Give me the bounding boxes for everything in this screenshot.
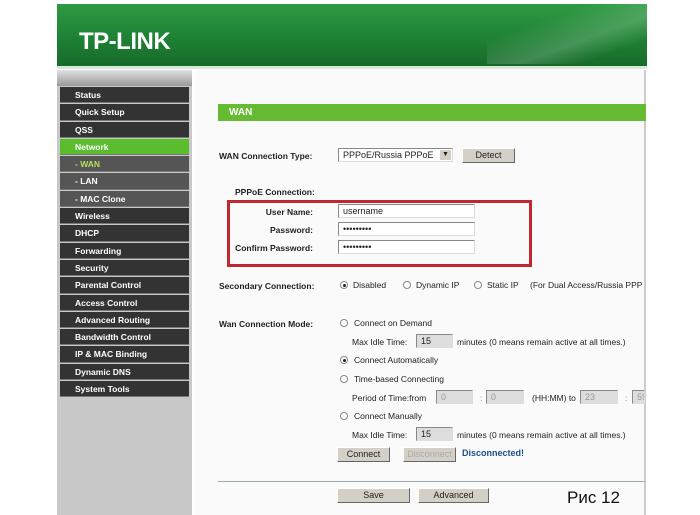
max-idle-label: Max Idle Time: [352,337,408,347]
option-connect-automatically: Connect Automatically [354,355,439,365]
sidebar-item-parental-control[interactable]: Parental Control [60,277,189,294]
header-banner: TP-LINK [57,4,647,69]
connection-status: Disconnected! [462,448,525,458]
sidebar-top [57,70,192,86]
password-label: Password: [270,225,313,235]
save-button[interactable]: Save [337,488,410,503]
sidebar-item-wan[interactable]: - WAN [60,156,189,173]
radio-connect-automatically[interactable] [340,356,348,364]
minutes-note-1: minutes (0 means remain active at all ti… [457,337,626,347]
confirm-password-input[interactable]: ••••••••• [338,240,475,254]
hhmm-to-label: (HH:MM) to [532,393,576,403]
sidebar-item-dhcp[interactable]: DHCP [60,225,189,242]
divider [218,481,645,482]
sidebar-item-security[interactable]: Security [60,259,189,277]
sidebar: Status Quick Setup QSS Network - WAN - LAN - M… [57,70,192,515]
radio-connect-manually[interactable] [340,412,348,420]
sidebar-item-qss[interactable]: QSS [60,121,189,138]
disconnect-button[interactable]: Disconnect [403,447,456,462]
period-from-hour[interactable]: 0 [436,390,473,404]
figure-caption: Рис 12 [567,488,620,507]
radio-connect-on-demand[interactable] [340,319,348,327]
sidebar-item-wireless[interactable]: Wireless [60,208,189,225]
password-input[interactable]: ••••••••• [338,222,475,236]
option-disabled: Disabled [353,280,387,290]
secondary-label: Secondary Connection: [219,281,315,291]
minutes-note-2: minutes (0 means remain active at all ti… [457,430,626,440]
sidebar-item-quick-setup[interactable]: Quick Setup [60,104,189,121]
wan-type-value: PPPoE/Russia PPPoE [343,150,434,160]
colon: : [480,393,483,403]
sidebar-item-network[interactable]: Network [60,138,189,156]
max-idle-input-2[interactable]: 15 [416,427,453,441]
period-to-minute[interactable]: 59 [632,390,645,404]
connect-button[interactable]: Connect [337,447,390,462]
sidebar-item-access-control[interactable]: Access Control [60,294,189,311]
mode-label: Wan Connection Mode: [219,319,314,329]
radio-static-ip[interactable] [474,281,482,289]
chevron-down-icon[interactable]: ▼ [440,150,451,160]
tp-link-logo: TP-LINK [79,28,171,55]
period-from-minute[interactable]: 0 [486,390,524,404]
option-time-based: Time-based Connecting [354,374,444,384]
option-static-ip: Static IP [487,280,519,290]
option-dynamic-ip: Dynamic IP [416,280,460,290]
wan-type-select[interactable]: PPPoE/Russia PPPoE ▼ [338,148,453,162]
period-label: Period of Time:from [352,393,427,403]
secondary-note: (For Dual Access/Russia PPP [530,280,643,290]
radio-disabled[interactable] [340,281,348,289]
radio-time-based[interactable] [340,375,348,383]
max-idle-label: Max Idle Time: [352,430,408,440]
sidebar-item-ip-mac-binding[interactable]: IP & MAC Binding [60,346,189,363]
section-title: WAN [218,104,646,121]
username-input[interactable]: username [338,204,475,218]
sidebar-item-lan[interactable]: - LAN [60,173,189,190]
radio-dynamic-ip[interactable] [403,281,411,289]
confirm-password-label: Confirm Password: [235,243,313,253]
sidebar-item-advanced-routing[interactable]: Advanced Routing [60,311,189,329]
detect-button[interactable]: Detect [462,148,515,163]
sidebar-item-system-tools[interactable]: System Tools [60,381,189,398]
option-connect-on-demand: Connect on Demand [354,318,432,328]
sidebar-item-dynamic-dns[interactable]: Dynamic DNS [60,363,189,381]
wan-type-label: WAN Connection Type: [219,151,313,161]
sidebar-item-forwarding[interactable]: Forwarding [60,242,189,259]
colon: : [625,393,628,403]
sidebar-item-status[interactable]: Status [60,87,189,104]
max-idle-input-1[interactable]: 15 [416,334,453,348]
option-connect-manually: Connect Manually [354,411,423,421]
sidebar-item-bandwidth-control[interactable]: Bandwidth Control [60,329,189,346]
advanced-button[interactable]: Advanced [418,488,489,503]
period-to-hour[interactable]: 23 [580,390,618,404]
pppoe-label: PPPoE Connection: [235,187,315,197]
username-label: User Name: [265,207,313,217]
sidebar-item-mac-clone[interactable]: - MAC Clone [60,190,189,208]
